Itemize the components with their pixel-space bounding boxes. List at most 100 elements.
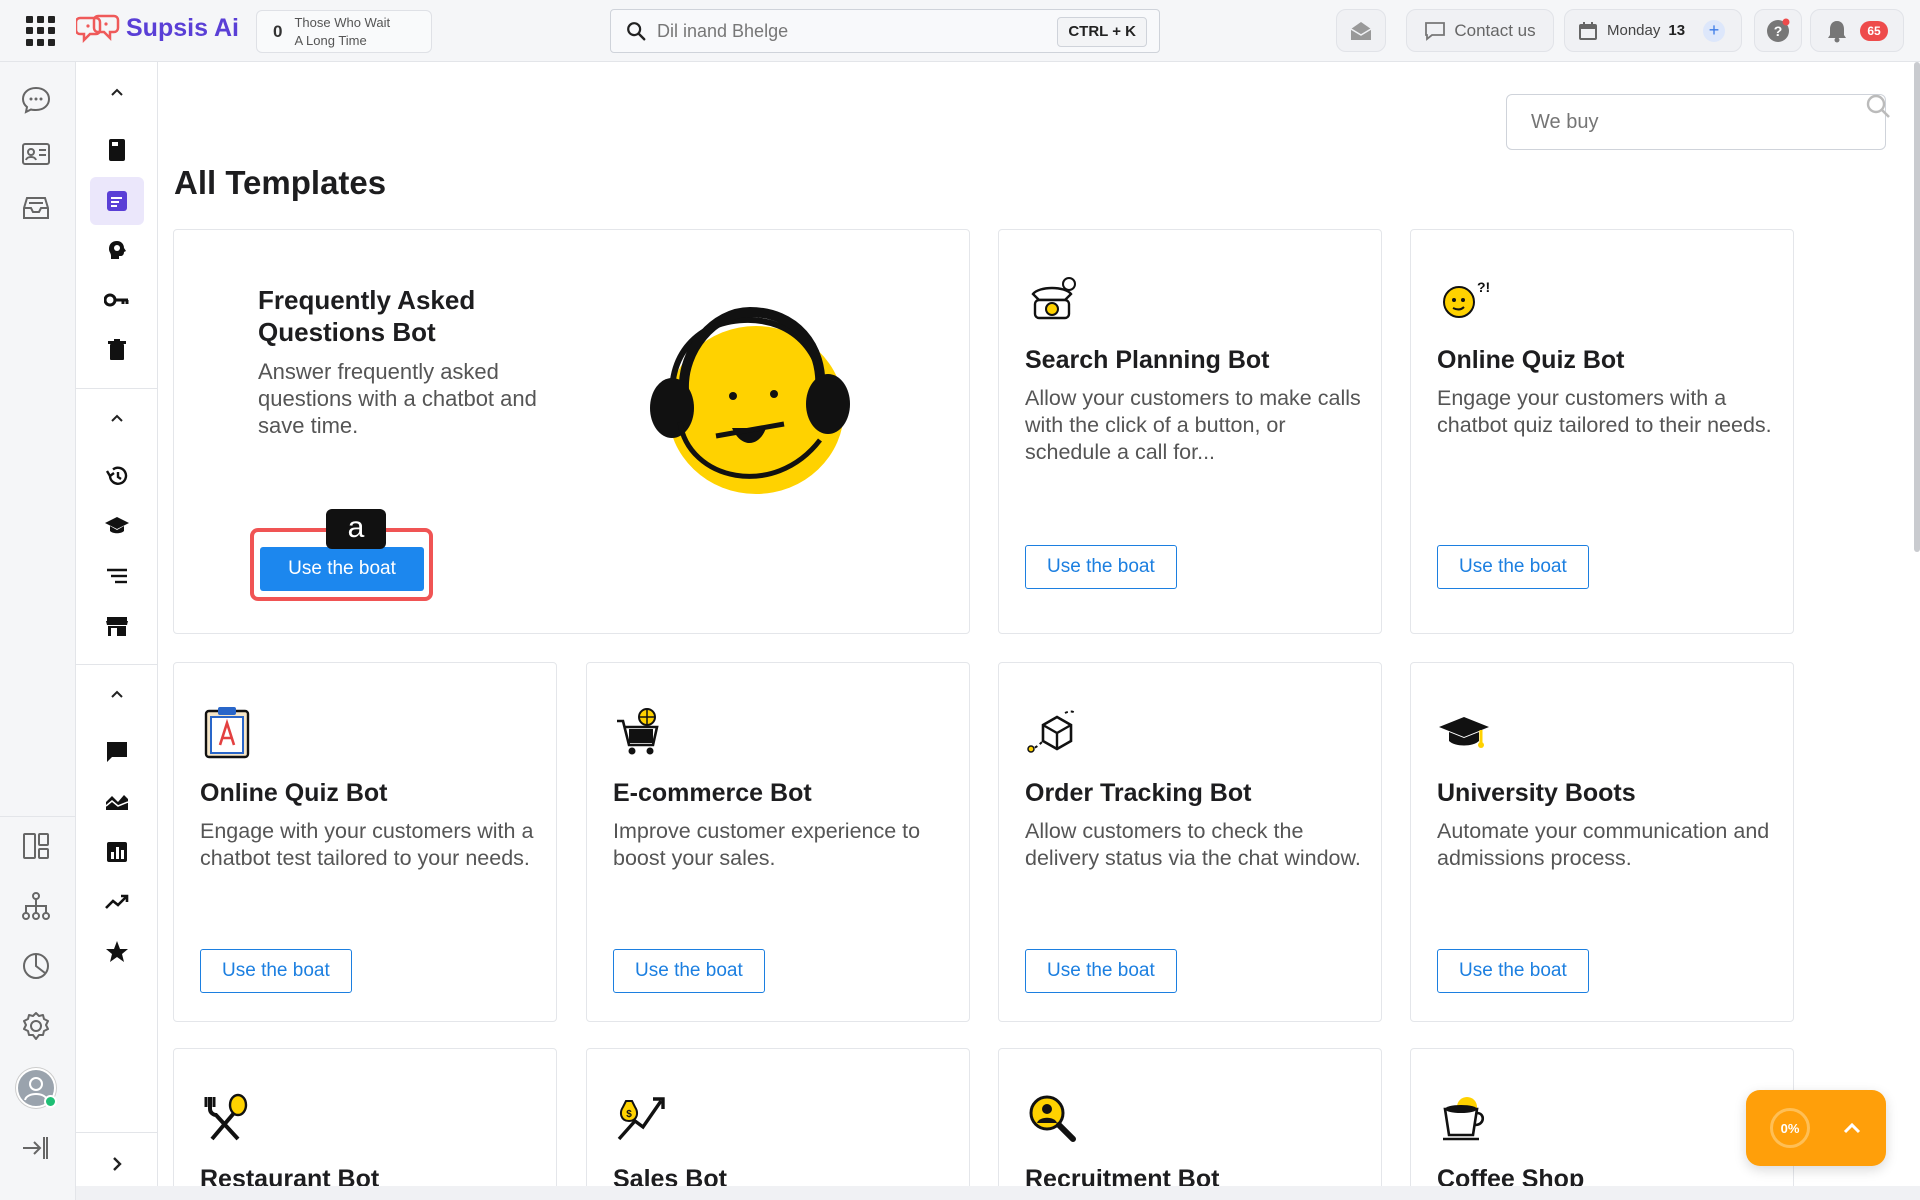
sidebar-item-trend[interactable] xyxy=(90,878,144,926)
card-title: University Boots xyxy=(1437,779,1636,807)
inbox-icon[interactable] xyxy=(20,192,52,224)
use-template-button[interactable]: Use the boat xyxy=(200,949,352,993)
template-card-online-quiz-2[interactable]: Online Quiz Bot Engage with your custome… xyxy=(173,662,557,1022)
use-template-button[interactable]: Use the boat xyxy=(1437,949,1589,993)
card-title: Order Tracking Bot xyxy=(1025,779,1252,807)
highlight-label: a xyxy=(326,509,386,549)
contact-us-button[interactable]: Contact us xyxy=(1406,9,1554,52)
apps-grid-icon[interactable] xyxy=(26,16,56,46)
sidebar-item-area-chart[interactable] xyxy=(90,778,144,826)
template-card-order-tracking[interactable]: Order Tracking Bot Allow customers to ch… xyxy=(998,662,1382,1022)
use-template-button[interactable]: Use the boat xyxy=(1025,545,1177,589)
date-selector[interactable]: Monday 13 + xyxy=(1564,9,1742,52)
telephone-icon xyxy=(1031,277,1076,320)
template-card-online-quiz[interactable]: ?! Online Quiz Bot Engage your customers… xyxy=(1410,229,1794,634)
waiting-label: Those Who Wait A Long Time xyxy=(294,14,390,50)
card-description: Answer frequently asked questions with a… xyxy=(258,359,537,438)
settings-gear-icon[interactable] xyxy=(20,1010,52,1042)
card-description: Automate your communication and admissio… xyxy=(1437,819,1770,870)
card-description: Engage your customers with a chatbot qui… xyxy=(1437,386,1772,437)
ai-head-icon xyxy=(109,241,126,259)
fork-spoon-icon xyxy=(204,1093,248,1141)
sidebar-item-education[interactable] xyxy=(90,502,144,550)
sidebar-item-ai-head[interactable] xyxy=(90,226,144,274)
history-icon xyxy=(105,466,128,485)
help-button[interactable]: ? xyxy=(1754,9,1802,52)
dashboard-layout-icon[interactable] xyxy=(20,830,52,862)
template-card-restaurant[interactable]: Restaurant Bot xyxy=(173,1048,557,1186)
card-description: Allow customers to check the delivery st… xyxy=(1025,819,1361,870)
flow-hierarchy-icon[interactable] xyxy=(20,890,52,922)
app-logo[interactable]: Supsis Ai xyxy=(76,12,239,44)
sidebar-item-messages[interactable] xyxy=(90,728,144,776)
book-icon xyxy=(109,139,125,161)
rail-divider xyxy=(0,816,76,817)
sidebar-item-history[interactable] xyxy=(90,452,144,500)
sidebar-item-store[interactable] xyxy=(90,602,144,650)
add-date-button[interactable]: + xyxy=(1703,19,1726,42)
global-search[interactable]: CTRL + K xyxy=(610,9,1160,53)
use-template-button[interactable]: Use the boat xyxy=(1025,949,1177,993)
package-delivery-icon xyxy=(1027,710,1076,753)
key-icon xyxy=(104,293,129,307)
trash-icon xyxy=(108,339,126,360)
collapse-group-3-button[interactable] xyxy=(90,670,144,718)
contact-us-label: Contact us xyxy=(1454,20,1536,40)
sidebar-item-book[interactable] xyxy=(90,126,144,174)
onboarding-progress-widget[interactable]: 0% xyxy=(1746,1090,1886,1166)
use-template-button[interactable]: Use the boat xyxy=(260,547,424,591)
collapse-group-1-button[interactable] xyxy=(90,68,144,116)
notifications-button[interactable]: 65 xyxy=(1810,9,1904,52)
vertical-scrollbar[interactable] xyxy=(1914,62,1920,552)
svg-text:$: $ xyxy=(626,1109,632,1120)
date-number: 13 xyxy=(1668,22,1686,39)
logout-icon[interactable] xyxy=(20,1132,52,1164)
sidebar-item-list[interactable] xyxy=(90,552,144,600)
waiting-label-line1: Those Who Wait xyxy=(294,14,391,30)
user-avatar[interactable] xyxy=(16,1068,57,1108)
template-search-input[interactable] xyxy=(1506,94,1886,150)
support-agent-emoji-icon xyxy=(650,306,850,494)
chat-icon[interactable] xyxy=(20,84,52,116)
card-title: Search Planning Bot xyxy=(1025,346,1270,374)
contacts-card-icon[interactable] xyxy=(20,138,52,170)
sidebar-item-favorites[interactable] xyxy=(90,928,144,976)
card-title: E-commerce Bot xyxy=(613,779,812,807)
bell-icon xyxy=(1828,20,1847,42)
use-template-button[interactable]: Use the boat xyxy=(1437,545,1589,589)
template-card-sales[interactable]: $ Sales Bot xyxy=(586,1048,970,1186)
stars-icon xyxy=(106,941,128,962)
use-template-button[interactable]: Use the boat xyxy=(613,949,765,993)
mail-icon xyxy=(1350,21,1372,40)
template-card-university[interactable]: University Boots Automate your communica… xyxy=(1410,662,1794,1022)
card-description: Engage with your customers with a chatbo… xyxy=(200,819,534,870)
card-title: Online Quiz Bot xyxy=(1437,346,1625,374)
card-title: Sales Bot xyxy=(613,1165,727,1186)
notifications-count: 65 xyxy=(1860,20,1888,41)
template-card-search-planning[interactable]: Search Planning Bot Allow your customers… xyxy=(998,229,1382,634)
search-icon[interactable] xyxy=(1864,92,1892,120)
store-icon xyxy=(106,617,128,636)
waiting-counter[interactable]: 0 Those Who Wait A Long Time xyxy=(256,10,432,53)
reports-pie-icon[interactable] xyxy=(20,950,52,982)
main-content: All Templates Frequently Asked Questions… xyxy=(158,62,1920,1186)
sidebar-item-api-keys[interactable] xyxy=(90,276,144,324)
expand-sidebar-button[interactable] xyxy=(90,1140,144,1188)
chevron-up-icon xyxy=(1843,1122,1861,1134)
template-card-recruitment[interactable]: Recruitment Bot xyxy=(998,1048,1382,1186)
sidebar-item-bar-chart[interactable] xyxy=(90,828,144,876)
search-input[interactable] xyxy=(657,20,1047,42)
sidebar-item-trash[interactable] xyxy=(90,326,144,374)
card-title: Coffee Shop xyxy=(1437,1165,1585,1186)
templates-icon xyxy=(107,191,127,211)
svg-text:?!: ?! xyxy=(1477,279,1490,295)
template-card-faq[interactable]: Frequently Asked Questions Bot Answer fr… xyxy=(173,229,970,634)
secondary-sidebar xyxy=(76,62,158,1186)
sidebar-item-templates[interactable] xyxy=(90,177,144,225)
mail-button[interactable] xyxy=(1336,9,1386,52)
template-card-ecommerce[interactable]: E-commerce Bot Improve customer experien… xyxy=(586,662,970,1022)
collapse-group-2-button[interactable] xyxy=(90,394,144,442)
sidebar-separator xyxy=(76,388,158,389)
progress-ring: 0% xyxy=(1770,1108,1810,1148)
template-card-coffee-shop[interactable]: Coffee Shop xyxy=(1410,1048,1794,1186)
